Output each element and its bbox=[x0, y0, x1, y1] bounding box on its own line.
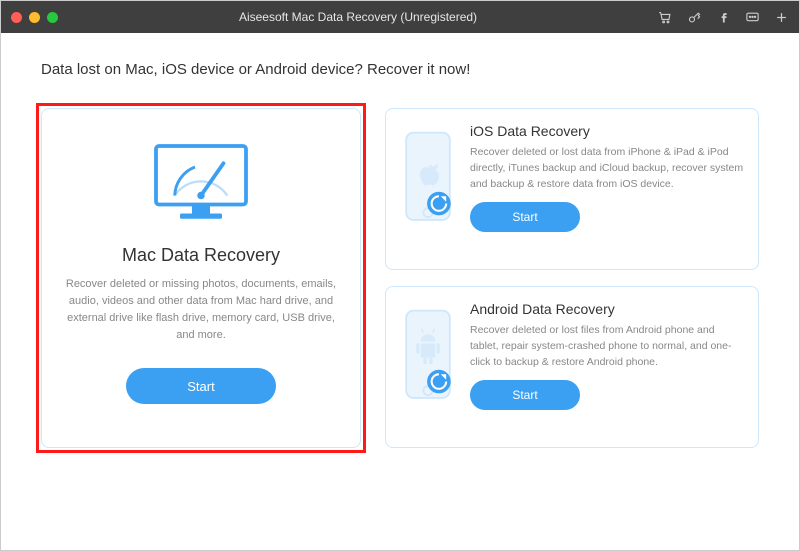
titlebar: Aiseesoft Mac Data Recovery (Unregistere… bbox=[1, 1, 799, 33]
main-content: Data lost on Mac, iOS device or Android … bbox=[1, 33, 799, 468]
window-controls bbox=[11, 12, 58, 23]
app-window: Aiseesoft Mac Data Recovery (Unregistere… bbox=[0, 0, 800, 551]
android-card-title: Android Data Recovery bbox=[470, 301, 744, 317]
right-column: iOS Data Recovery Recover deleted or los… bbox=[385, 108, 759, 448]
titlebar-actions bbox=[658, 10, 789, 25]
mac-recovery-card[interactable]: Mac Data Recovery Recover deleted or mis… bbox=[41, 108, 361, 448]
mac-card-title: Mac Data Recovery bbox=[122, 245, 280, 266]
android-recovery-card[interactable]: Android Data Recovery Recover deleted or… bbox=[385, 286, 759, 448]
minimize-icon[interactable] bbox=[29, 12, 40, 23]
zoom-icon[interactable] bbox=[47, 12, 58, 23]
card-row: Mac Data Recovery Recover deleted or mis… bbox=[41, 108, 759, 448]
android-phone-icon bbox=[400, 301, 458, 433]
mac-card-inner: Mac Data Recovery Recover deleted or mis… bbox=[41, 108, 361, 448]
window-title: Aiseesoft Mac Data Recovery (Unregistere… bbox=[58, 10, 658, 24]
close-icon[interactable] bbox=[11, 12, 22, 23]
feedback-icon[interactable] bbox=[745, 10, 760, 25]
plus-icon[interactable] bbox=[774, 10, 789, 25]
monitor-recovery-icon bbox=[141, 137, 261, 227]
cart-icon[interactable] bbox=[658, 10, 673, 25]
ios-card-desc: Recover deleted or lost data from iPhone… bbox=[470, 145, 744, 192]
ios-start-button[interactable]: Start bbox=[470, 202, 580, 232]
mac-start-button[interactable]: Start bbox=[126, 368, 276, 404]
android-start-button[interactable]: Start bbox=[470, 380, 580, 410]
iphone-icon bbox=[400, 123, 458, 255]
ios-card-body: iOS Data Recovery Recover deleted or los… bbox=[470, 123, 744, 255]
android-card-desc: Recover deleted or lost files from Andro… bbox=[470, 323, 744, 370]
android-card-body: Android Data Recovery Recover deleted or… bbox=[470, 301, 744, 433]
page-headline: Data lost on Mac, iOS device or Android … bbox=[41, 61, 759, 78]
mac-card-desc: Recover deleted or missing photos, docum… bbox=[64, 276, 338, 344]
facebook-icon[interactable] bbox=[716, 10, 731, 25]
ios-card-title: iOS Data Recovery bbox=[470, 123, 744, 139]
key-icon[interactable] bbox=[687, 10, 702, 25]
ios-recovery-card[interactable]: iOS Data Recovery Recover deleted or los… bbox=[385, 108, 759, 270]
